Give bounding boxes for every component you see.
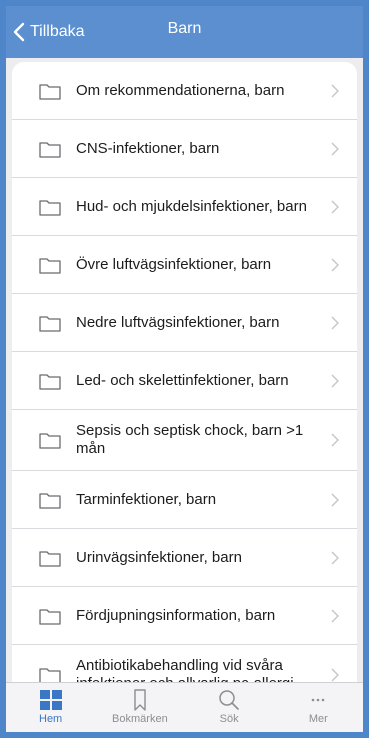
- list-item[interactable]: Fördjupningsinformation, barn: [12, 587, 357, 645]
- chevron-right-icon: [331, 199, 339, 214]
- chevron-right-icon: [331, 83, 339, 98]
- list-item-label: Fördjupningsinformation, barn: [76, 606, 276, 624]
- chevron-right-icon: [331, 315, 339, 330]
- folder-icon: [39, 608, 61, 625]
- list-item-label: Övre luftvägsinfektioner, barn: [76, 255, 272, 273]
- tab-sok[interactable]: Sök: [185, 683, 274, 732]
- bookmark-icon: [134, 689, 146, 711]
- list-item[interactable]: Hud- och mjukdelsinfektioner, barn: [12, 178, 357, 236]
- list-item-label: Sepsis och septisk chock, barn >1 mån: [76, 422, 304, 457]
- folder-icon: [39, 257, 61, 274]
- search-icon: [219, 690, 239, 710]
- folder-icon: [39, 550, 61, 567]
- tab-hem[interactable]: Hem: [6, 683, 95, 732]
- chevron-right-icon: [331, 492, 339, 507]
- list-item[interactable]: Om rekommendationerna, barn: [12, 62, 357, 120]
- chevron-right-icon: [331, 550, 339, 565]
- list-item[interactable]: Led- och skelettinfektioner, barn: [12, 352, 357, 410]
- folder-icon: [39, 315, 61, 332]
- list-item[interactable]: Sepsis och septisk chock, barn >1 mån: [12, 410, 357, 471]
- chevron-right-icon: [331, 608, 339, 623]
- list-item[interactable]: Nedre luftvägsinfektioner, barn: [12, 294, 357, 352]
- tab-label: Bokmärken: [112, 713, 168, 725]
- tab-bokmarken[interactable]: Bokmärken: [95, 683, 184, 732]
- list-item-label: Urinvägsinfektioner, barn: [76, 548, 242, 566]
- grid-icon: [39, 690, 62, 710]
- folder-icon: [39, 141, 61, 158]
- list-item-label: Om rekommendationerna, barn: [76, 81, 285, 99]
- list-item[interactable]: Tarminfektioner, barn: [12, 471, 357, 529]
- folder-icon: [39, 199, 61, 216]
- folder-icon: [39, 373, 61, 390]
- category-list: Om rekommendationerna, barn CNS-infektio…: [12, 62, 357, 705]
- navigation-bar: Tillbaka Barn: [6, 6, 363, 58]
- tab-bar: Hem Bokmärken Sök Mer: [6, 682, 363, 732]
- list-item-label: Hud- och mjukdelsinfektioner, barn: [76, 197, 307, 215]
- folder-icon: [39, 492, 61, 509]
- tab-label: Sök: [219, 713, 239, 725]
- chevron-right-icon: [331, 433, 339, 447]
- list-item-label: CNS-infektioner, barn: [76, 139, 220, 157]
- list-item[interactable]: Urinvägsinfektioner, barn: [12, 529, 357, 587]
- list-item-label: Nedre luftvägsinfektioner, barn: [76, 313, 280, 331]
- page-title: Barn: [167, 20, 202, 37]
- folder-icon: [39, 83, 61, 100]
- chevron-right-icon: [331, 373, 339, 388]
- tab-mer[interactable]: Mer: [274, 683, 363, 732]
- more-icon: [312, 698, 325, 702]
- chevron-right-icon: [331, 141, 339, 156]
- folder-icon: [39, 433, 61, 449]
- tab-label: Mer: [308, 713, 328, 725]
- list-item-label: Led- och skelettinfektioner, barn: [76, 371, 289, 389]
- list-item[interactable]: CNS-infektioner, barn: [12, 120, 357, 178]
- tab-label: Hem: [39, 713, 63, 725]
- chevron-right-icon: [331, 257, 339, 272]
- list-item[interactable]: Övre luftvägsinfektioner, barn: [12, 236, 357, 294]
- app-screen: Tillbaka Barn Om rekommendationerna, bar…: [6, 6, 363, 732]
- device-frame: Tillbaka Barn Om rekommendationerna, bar…: [0, 0, 369, 738]
- list-item-label: Tarminfektioner, barn: [76, 490, 217, 508]
- chevron-right-icon: [331, 668, 339, 682]
